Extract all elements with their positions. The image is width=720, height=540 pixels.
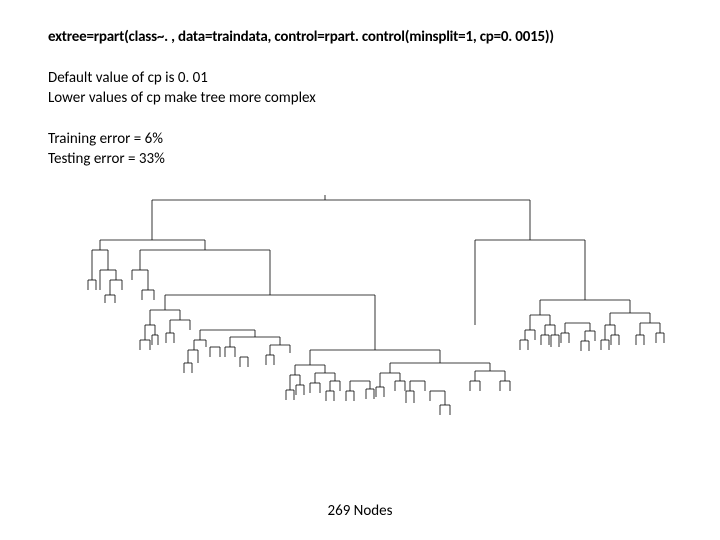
lower-cp-text: Lower values of cp make tree more comple… — [48, 88, 672, 108]
testing-error-text: Testing error = 33% — [48, 149, 672, 169]
tree-diagram — [80, 195, 670, 475]
errors-block: Training error = 6% Testing error = 33% — [48, 129, 672, 170]
training-error-text: Training error = 6% — [48, 129, 672, 149]
cp-info-block: Default value of cp is 0. 01 Lower value… — [48, 68, 672, 109]
code-expression: extree=rpart(class~. , data=traindata, c… — [48, 28, 672, 46]
node-count-label: 269 Nodes — [0, 502, 720, 520]
dendrogram-svg — [80, 195, 670, 475]
default-cp-text: Default value of cp is 0. 01 — [48, 68, 672, 88]
